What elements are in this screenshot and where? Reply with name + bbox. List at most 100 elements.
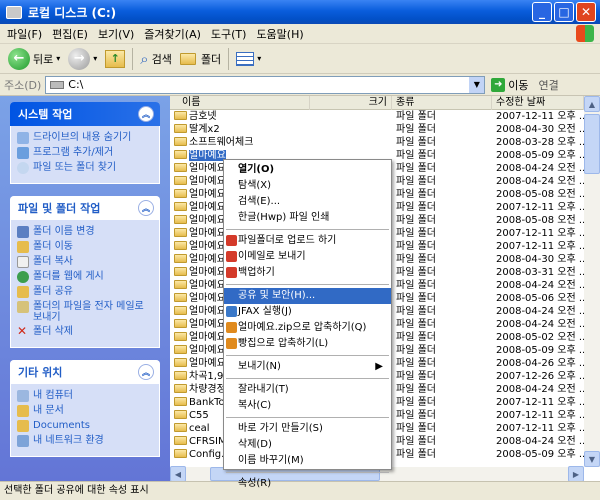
scroll-left-icon[interactable]: ◀: [170, 466, 186, 482]
context-menu-item[interactable]: 백업하기: [224, 265, 391, 281]
vertical-scrollbar[interactable]: ▲ ▼: [584, 96, 600, 467]
column-type[interactable]: 종류: [392, 96, 492, 110]
forward-button[interactable]: → ▾: [64, 46, 101, 72]
menu-favorites[interactable]: 즐겨찾기(A): [139, 26, 206, 42]
folder-icon: [174, 137, 187, 146]
place-network[interactable]: 내 네트워크 환경: [17, 435, 153, 447]
context-menu-item[interactable]: 얼마예요.zip으로 압축하기(Q): [224, 320, 391, 336]
task-copy-folder[interactable]: 폴더 복사: [17, 256, 153, 268]
search-button[interactable]: ⌕ 검색: [136, 46, 176, 72]
panel-header[interactable]: 시스템 작업 ︽: [10, 102, 160, 126]
folders-icon: [179, 52, 196, 65]
back-button[interactable]: ← 뒤로 ▾: [4, 46, 64, 72]
context-menu-item[interactable]: 삭제(D): [224, 437, 391, 453]
file-type: 파일 폴더: [396, 280, 436, 291]
address-dropdown-icon[interactable]: ▼: [469, 76, 485, 93]
context-menu: 열기(O) 탐색(X) 검색(E)... 한글(Hwp) 파일 인쇄파일폴더로 업로드…: [223, 159, 392, 489]
task-email-files[interactable]: 폴더의 파일을 전자 메일로 보내기: [17, 301, 153, 323]
context-menu-item[interactable]: 검색(E)...: [224, 194, 391, 210]
context-menu-item[interactable]: 한글(Hwp) 파일 인쇄: [224, 210, 391, 226]
file-date: 2008-04-24 오전 ...: [496, 436, 584, 447]
context-menu-item[interactable]: 속성(R): [224, 476, 391, 492]
context-menu-item[interactable]: 공유 및 보안(H)...: [224, 288, 391, 304]
context-menu-item[interactable]: 탐색(X): [224, 178, 391, 194]
menu-view[interactable]: 보기(V): [93, 26, 139, 42]
file-date: 2008-04-24 오전 ...: [496, 319, 584, 330]
task-add-remove-programs[interactable]: 프로그램 추가/제거: [17, 147, 153, 159]
file-name: 얼마예요: [189, 241, 226, 252]
file-name: 얼마예요: [189, 176, 226, 187]
collapse-icon[interactable]: ︽: [138, 364, 154, 380]
folder-icon: [174, 228, 187, 237]
title-bar: 로컬 디스크 (C:) _ □ ✕: [0, 0, 600, 24]
collapse-icon[interactable]: ︽: [138, 106, 154, 122]
panel-header[interactable]: 파일 및 폴더 작업 ︽: [10, 196, 160, 220]
menu-item-label: 이메일로 보내기: [238, 251, 306, 262]
scroll-right-icon[interactable]: ▶: [568, 466, 584, 482]
scroll-down-icon[interactable]: ▼: [584, 451, 600, 467]
place-documents[interactable]: Documents: [17, 420, 153, 432]
folder-icon: [174, 267, 187, 276]
context-menu-item[interactable]: 잘라내기(T): [224, 382, 391, 398]
scroll-thumb[interactable]: [584, 114, 600, 174]
maximize-button[interactable]: □: [554, 2, 574, 22]
close-button[interactable]: ✕: [576, 2, 596, 22]
go-button[interactable]: ➜ 이동: [491, 77, 529, 93]
task-delete-folder[interactable]: ✕ 폴더 삭제: [17, 325, 153, 338]
submenu-arrow-icon: ▶: [375, 361, 383, 372]
file-type: 파일 폴더: [396, 111, 436, 122]
links-label[interactable]: 연결: [539, 77, 559, 93]
panel-title: 시스템 작업: [18, 108, 73, 121]
move-icon: [17, 241, 29, 253]
views-button[interactable]: ▾: [232, 46, 265, 72]
context-menu-item[interactable]: 파일폴더로 업로드 하기: [224, 233, 391, 249]
context-menu-item[interactable]: 열기(O): [224, 162, 391, 178]
menu-edit[interactable]: 편집(E): [47, 26, 93, 42]
context-menu-item[interactable]: 이메일로 보내기: [224, 249, 391, 265]
address-input[interactable]: C:\ ▼: [45, 75, 486, 94]
up-folder-button[interactable]: ↑: [101, 46, 129, 72]
file-date: 2007-12-11 오후 ...: [496, 202, 584, 213]
task-publish-web[interactable]: 폴더를 웹에 게시: [17, 271, 153, 283]
menu-file[interactable]: 파일(F): [2, 26, 47, 42]
minimize-button[interactable]: _: [532, 2, 552, 22]
folder-icon: [174, 410, 187, 419]
file-type: 파일 폴더: [396, 124, 436, 135]
task-move-folder[interactable]: 폴더 이동: [17, 241, 153, 253]
context-menu-item[interactable]: 이름 바꾸기(M): [224, 453, 391, 469]
column-size[interactable]: 크기: [310, 96, 392, 110]
file-row[interactable]: 딸계x2 파일 폴더 2008-04-30 오전 ...: [170, 123, 584, 136]
file-type: 파일 폴더: [396, 176, 436, 187]
file-date: 2007-12-11 오후 ...: [496, 397, 584, 408]
forward-dropdown-icon[interactable]: ▾: [93, 54, 97, 63]
context-menu-item[interactable]: 바로 가기 만들기(S): [224, 421, 391, 437]
task-label: 내 네트워크 환경: [33, 435, 104, 446]
task-label: Documents: [33, 420, 91, 431]
menu-tools[interactable]: 도구(T): [206, 26, 252, 42]
task-share-folder[interactable]: 폴더 공유: [17, 286, 153, 298]
task-find-files[interactable]: 파일 또는 폴더 찾기: [17, 162, 153, 174]
menu-help[interactable]: 도움말(H): [251, 26, 308, 42]
file-date: 2007-12-11 오후 ...: [496, 423, 584, 434]
column-modified[interactable]: 수정한 날짜: [492, 96, 584, 110]
back-arrow-icon: ←: [8, 47, 30, 70]
context-menu-item[interactable]: 빵집으로 압축하기(L): [224, 336, 391, 352]
folders-button[interactable]: 폴더: [176, 46, 225, 72]
file-row[interactable]: 금호넷 파일 폴더 2007-12-11 오후 ...: [170, 110, 584, 123]
context-menu-item[interactable]: 보내기(N) ▶: [224, 359, 391, 375]
task-hide-drive-contents[interactable]: 드라이브의 내용 숨기기: [17, 132, 153, 144]
file-row[interactable]: 소프트웨어체크 파일 폴더 2008-03-28 오후 ...: [170, 136, 584, 149]
scroll-up-icon[interactable]: ▲: [584, 96, 600, 112]
column-name[interactable]: 이름: [170, 96, 310, 110]
back-dropdown-icon[interactable]: ▾: [56, 54, 60, 63]
panel-title: 파일 및 폴더 작업: [18, 202, 101, 215]
context-menu-item[interactable]: 복사(C): [224, 398, 391, 414]
place-my-computer[interactable]: 내 컴퓨터: [17, 390, 153, 402]
task-rename-folder[interactable]: 폴더 이름 변경: [17, 226, 153, 238]
context-menu-item[interactable]: JFAX 실행(J): [224, 304, 391, 320]
menu-item-icon: [226, 306, 237, 317]
panel-header[interactable]: 기타 위치 ︽: [10, 360, 160, 384]
file-name: 얼마예요: [189, 150, 226, 161]
collapse-icon[interactable]: ︽: [138, 200, 154, 216]
place-my-documents[interactable]: 내 문서: [17, 405, 153, 417]
